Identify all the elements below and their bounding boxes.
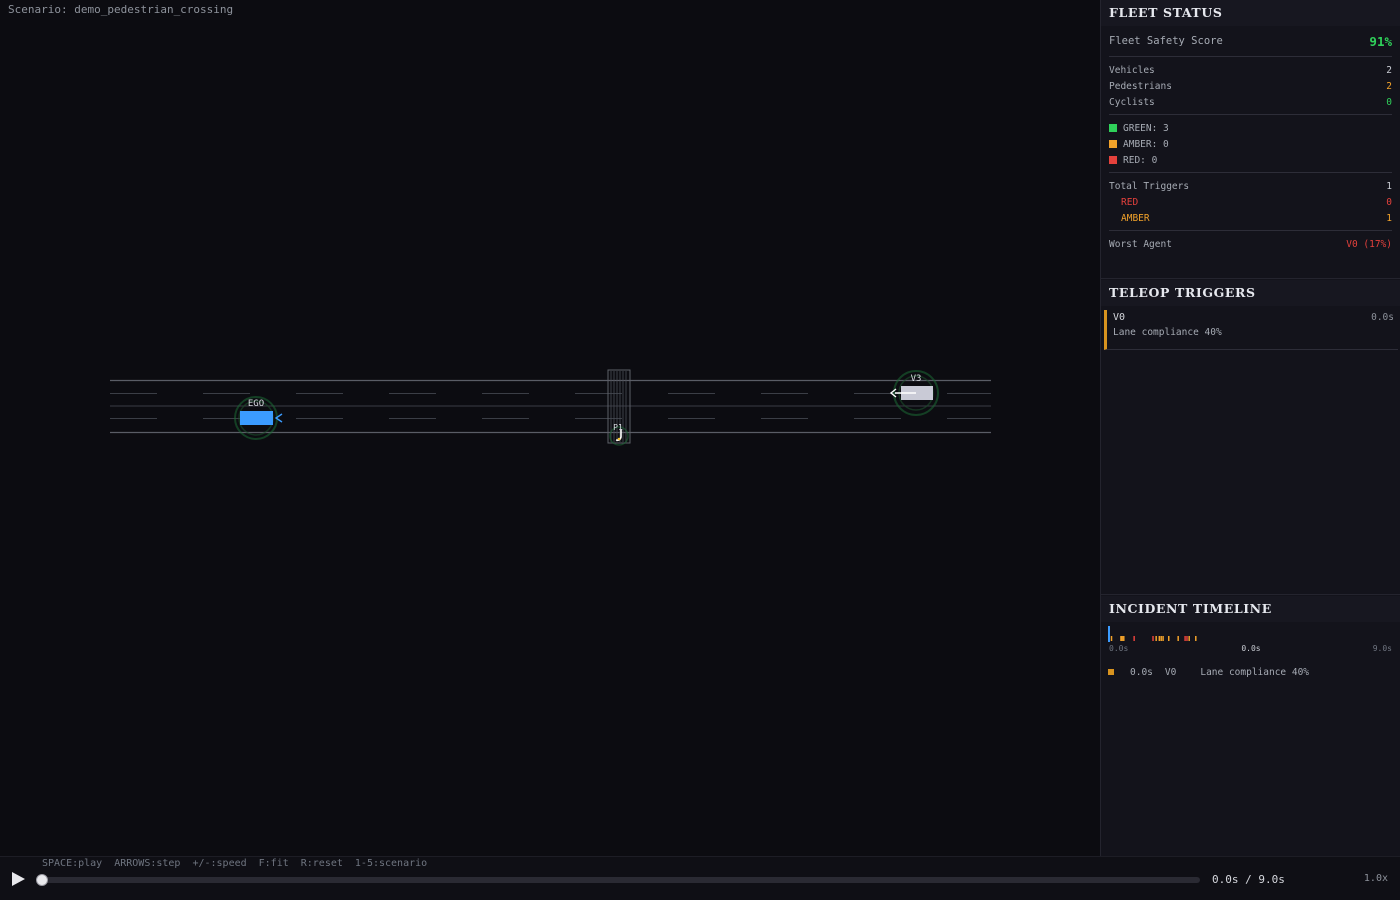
vehicles-value: 2 bbox=[1386, 64, 1392, 76]
amber-triggers-row: AMBER 1 bbox=[1109, 210, 1392, 226]
total-triggers-value: 1 bbox=[1386, 180, 1392, 192]
hotkey-scenario: 1-5:scenario bbox=[354, 858, 428, 869]
hotkey-hints: SPACE:play ARROWS:step +/-:speed F:fit R… bbox=[42, 858, 439, 869]
pedestrian-label: P1 bbox=[613, 423, 623, 432]
amber-count-label: AMBER: 0 bbox=[1123, 138, 1169, 150]
amber-triggers-value: 1 bbox=[1386, 212, 1392, 224]
timeline-track[interactable]: 0.0s 0.0s 9.0s bbox=[1101, 622, 1400, 662]
side-panel: FLEET STATUS Fleet Safety Score 91% Vehi… bbox=[1100, 0, 1400, 856]
hotkey-play: SPACE:play bbox=[42, 858, 103, 869]
fleet-score-value: 91% bbox=[1369, 33, 1392, 49]
play-icon bbox=[12, 872, 25, 886]
vehicles-label: Vehicles bbox=[1109, 64, 1155, 76]
time-readout: 0.0s / 9.0s bbox=[1212, 873, 1285, 886]
worst-agent-value: V0 (17%) bbox=[1346, 238, 1392, 250]
play-button[interactable] bbox=[10, 871, 26, 887]
green-count-label: GREEN: 3 bbox=[1123, 122, 1169, 134]
timeline-entry-message: Lane compliance 40% bbox=[1200, 666, 1310, 678]
incident-timeline-title: INCIDENT TIMELINE bbox=[1101, 596, 1400, 622]
pedestrians-label: Pedestrians bbox=[1109, 80, 1172, 92]
divider bbox=[1109, 114, 1392, 115]
hotkey-reset: R:reset bbox=[300, 858, 343, 869]
pedestrian-agent[interactable]: P1 bbox=[609, 423, 629, 446]
fleet-status-panel: FLEET STATUS Fleet Safety Score 91% Vehi… bbox=[1101, 0, 1400, 279]
timeline-start-label: 0.0s bbox=[1109, 644, 1128, 653]
ego-label: EGO bbox=[248, 399, 264, 409]
amber-swatch-icon bbox=[1109, 140, 1117, 148]
amber-marker-icon bbox=[1108, 669, 1114, 675]
scene-canvas[interactable]: EGO V3 P1 bbox=[0, 0, 1100, 856]
timeline-entry[interactable]: 0.0s V0 Lane compliance 40% bbox=[1108, 666, 1321, 678]
amber-count-row: AMBER: 0 bbox=[1109, 136, 1392, 152]
divider bbox=[1109, 230, 1392, 231]
timeline-end-label: 9.0s bbox=[1373, 644, 1392, 653]
red-triggers-value: 0 bbox=[1386, 196, 1392, 208]
trigger-card[interactable]: V0 0.0s Lane compliance 40% bbox=[1104, 310, 1398, 350]
hotkey-speed: +/-:speed bbox=[192, 858, 247, 869]
worst-agent-row[interactable]: Worst Agent V0 (17%) bbox=[1109, 236, 1392, 252]
v3-label: V3 bbox=[911, 374, 922, 384]
total-triggers-label: Total Triggers bbox=[1109, 180, 1190, 192]
worst-agent-label: Worst Agent bbox=[1109, 238, 1172, 250]
cyclists-row: Cyclists 0 bbox=[1109, 94, 1392, 110]
pedestrians-row: Pedestrians 2 bbox=[1109, 78, 1392, 94]
teleop-triggers-title: TELEOP TRIGGERS bbox=[1101, 280, 1400, 306]
scene-viewport[interactable]: Scenario: demo_pedestrian_crossing EGO V… bbox=[0, 0, 1100, 856]
red-count-label: RED: 0 bbox=[1123, 154, 1158, 166]
divider bbox=[1109, 172, 1392, 173]
v3-vehicle[interactable]: V3 bbox=[889, 370, 939, 416]
trigger-message: Lane compliance 40% bbox=[1113, 327, 1222, 338]
green-swatch-icon bbox=[1109, 124, 1117, 132]
hotkey-fit: F:fit bbox=[258, 858, 289, 869]
trigger-time: 0.0s bbox=[1371, 312, 1394, 323]
red-triggers-row: RED 0 bbox=[1109, 194, 1392, 210]
amber-triggers-label: AMBER bbox=[1121, 212, 1150, 224]
timeline-marks bbox=[1110, 636, 1197, 641]
speed-readout[interactable]: 1.0x bbox=[1364, 873, 1388, 884]
red-swatch-icon bbox=[1109, 156, 1117, 164]
scrubber-handle[interactable] bbox=[36, 874, 48, 886]
red-count-row: RED: 0 bbox=[1109, 152, 1392, 168]
timeline-current-label: 0.0s bbox=[1241, 644, 1260, 653]
fleet-score-label: Fleet Safety Score bbox=[1109, 35, 1223, 47]
fleet-score-row: Fleet Safety Score 91% bbox=[1109, 30, 1392, 52]
playback-bar: SPACE:play ARROWS:step +/-:speed F:fit R… bbox=[0, 856, 1400, 900]
cyclists-label: Cyclists bbox=[1109, 96, 1155, 108]
divider bbox=[1109, 56, 1392, 57]
green-count-row: GREEN: 3 bbox=[1109, 120, 1392, 136]
hotkey-step: ARROWS:step bbox=[114, 858, 181, 869]
timeline-entry-agent: V0 bbox=[1164, 666, 1177, 678]
teleop-triggers-panel: TELEOP TRIGGERS V0 0.0s Lane compliance … bbox=[1101, 280, 1400, 595]
fleet-status-title: FLEET STATUS bbox=[1101, 0, 1400, 26]
total-triggers-row: Total Triggers 1 bbox=[1109, 178, 1392, 194]
incident-timeline-panel: INCIDENT TIMELINE 0.0s 0.0s 9.0s 0.0s V0… bbox=[1101, 596, 1400, 856]
timeline-entry-time: 0.0s bbox=[1130, 666, 1153, 678]
trigger-agent: V0 bbox=[1113, 312, 1126, 323]
vehicles-row: Vehicles 2 bbox=[1109, 62, 1392, 78]
playback-scrubber[interactable] bbox=[36, 874, 1200, 886]
cyclists-value: 0 bbox=[1386, 96, 1392, 108]
pedestrians-value: 2 bbox=[1386, 80, 1392, 92]
red-triggers-label: RED bbox=[1121, 196, 1139, 208]
